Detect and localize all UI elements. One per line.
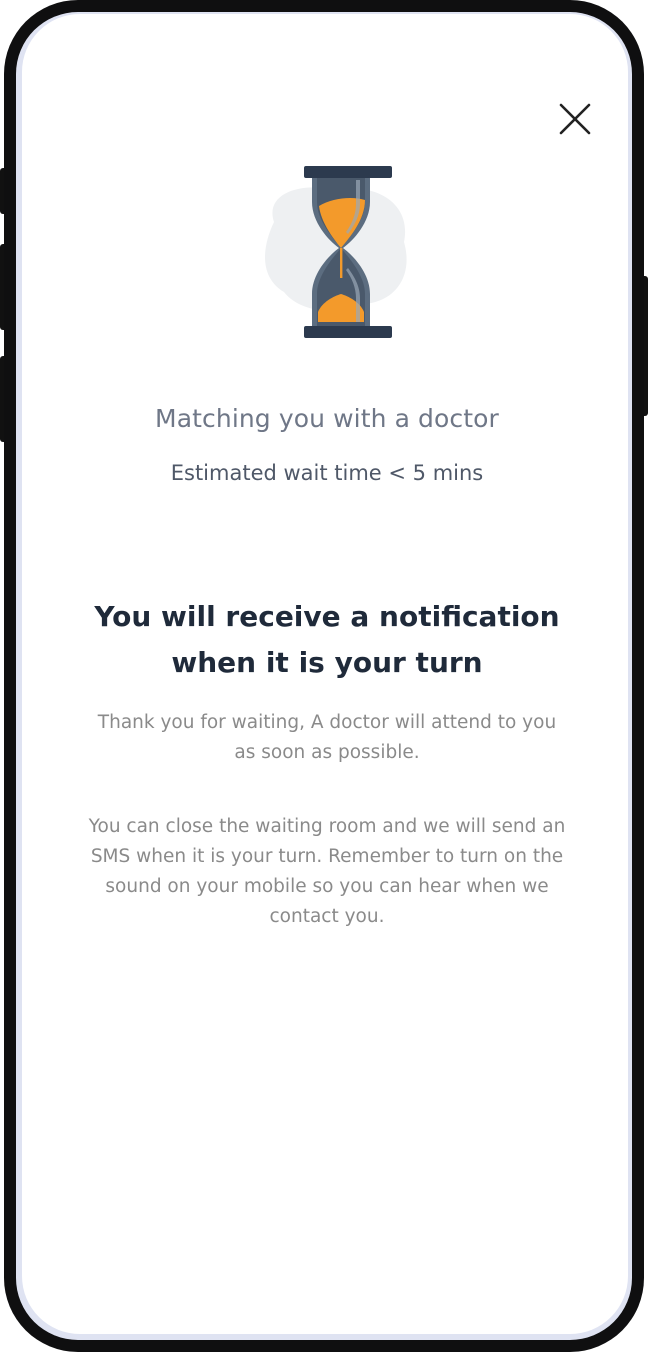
phone-frame: Matching you with a doctor Estimated wai… [4, 0, 644, 1352]
notification-headline: You will receive a notification when it … [94, 600, 560, 679]
phone-bezel: Matching you with a doctor Estimated wai… [16, 12, 632, 1340]
status-title: Matching you with a doctor [155, 404, 499, 433]
hourglass-icon [264, 166, 407, 338]
device-mockup: Matching you with a doctor Estimated wai… [0, 0, 648, 1352]
thank-you-paragraph: Thank you for waiting, A doctor will att… [97, 712, 557, 763]
waiting-room-screen: Matching you with a doctor Estimated wai… [22, 14, 628, 1334]
close-icon [559, 103, 591, 135]
hourglass-illustration [244, 152, 414, 342]
close-button[interactable] [556, 100, 594, 138]
sms-info-paragraph: You can close the waiting room and we wi… [88, 816, 566, 927]
wait-time-text: Estimated wait time < 5 mins [170, 461, 484, 485]
